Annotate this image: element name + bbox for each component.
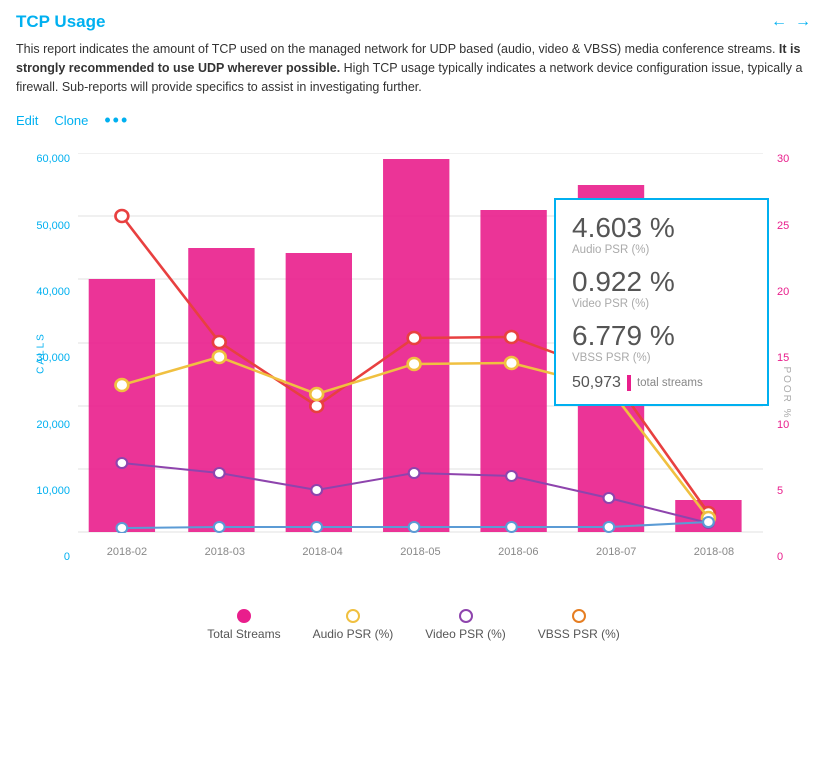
chart-tooltip: 4.603 % Audio PSR (%) 0.922 % Video PSR …	[554, 198, 769, 406]
legend-dot-vbss-psr	[572, 609, 586, 623]
legend-audio-psr: Audio PSR (%)	[313, 609, 394, 641]
y-axis-left-label: CALLS	[35, 332, 46, 374]
tooltip-value3: 6.779 %	[572, 320, 751, 352]
page-title: TCP Usage	[16, 12, 105, 32]
y-axis-right-label: POOR %	[781, 367, 792, 420]
clone-button[interactable]: Clone	[54, 113, 88, 128]
tooltip-label2: Video PSR (%)	[572, 298, 751, 310]
legend-label-total-streams: Total Streams	[207, 627, 280, 641]
main-container: TCP Usage ← → This report indicates the …	[0, 0, 827, 655]
more-button[interactable]: •••	[104, 110, 129, 131]
tooltip-streams-value: 50,973	[572, 374, 621, 392]
legend-video-psr: Video PSR (%)	[425, 609, 505, 641]
desc-plain: This report indicates the amount of TCP …	[16, 42, 775, 56]
next-arrow[interactable]: →	[795, 13, 811, 31]
tooltip-streams-bar	[627, 375, 631, 391]
nav-arrows: ← →	[771, 13, 811, 31]
tooltip-value1: 4.603 %	[572, 212, 751, 244]
tooltip-label1: Audio PSR (%)	[572, 244, 751, 256]
legend-dot-video-psr	[459, 609, 473, 623]
header-row: TCP Usage ← →	[16, 12, 811, 32]
edit-button[interactable]: Edit	[16, 113, 38, 128]
legend-label-audio-psr: Audio PSR (%)	[313, 627, 394, 641]
legend-vbss-psr: VBSS PSR (%)	[538, 609, 620, 641]
tooltip-label3: VBSS PSR (%)	[572, 352, 751, 364]
description: This report indicates the amount of TCP …	[16, 40, 811, 96]
tooltip-streams: 50,973 total streams	[572, 374, 751, 392]
legend-label-video-psr: Video PSR (%)	[425, 627, 505, 641]
x-axis-labels: 2018-02 2018-03 2018-04 2018-05 2018-06 …	[78, 546, 763, 558]
legend-dot-total-streams	[237, 609, 251, 623]
legend-label-vbss-psr: VBSS PSR (%)	[538, 627, 620, 641]
y-axis-right: 30 25 20 15 10 5 0	[773, 153, 811, 563]
legend-dot-audio-psr	[346, 609, 360, 623]
toolbar: Edit Clone •••	[16, 110, 811, 131]
tooltip-streams-label: total streams	[637, 377, 703, 389]
chart-area: 60,000 50,000 40,000 30,000 20,000 10,00…	[16, 143, 811, 643]
tooltip-value2: 0.922 %	[572, 266, 751, 298]
legend-total-streams: Total Streams	[207, 609, 280, 641]
prev-arrow[interactable]: ←	[771, 13, 787, 31]
chart-legend: Total Streams Audio PSR (%) Video PSR (%…	[16, 609, 811, 641]
